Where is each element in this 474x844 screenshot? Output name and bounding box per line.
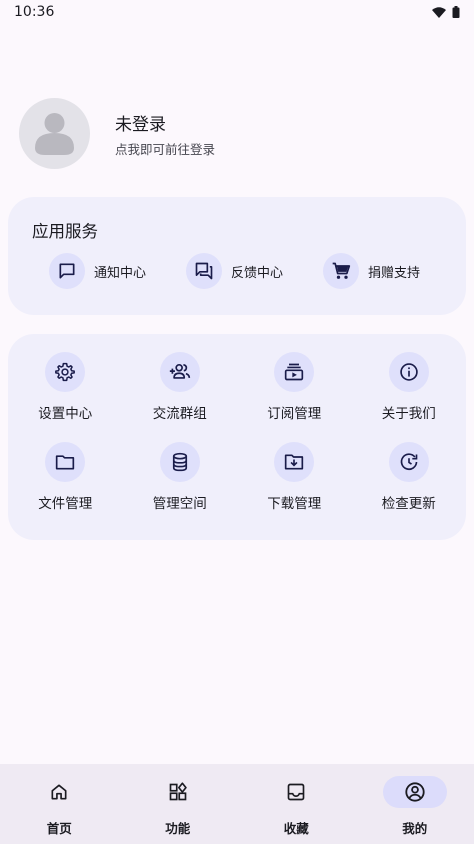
grid-label: 设置中心 (38, 406, 93, 422)
feedback-center-button[interactable]: 反馈中心 (186, 253, 323, 289)
nav-item-functions[interactable]: 功能 (119, 764, 238, 844)
grid-label: 检查更新 (381, 496, 436, 512)
nav-label: 我的 (402, 821, 428, 836)
service-label: 通知中心 (94, 265, 147, 281)
storage-manage-button[interactable]: 管理空间 (123, 442, 238, 512)
check-update-button[interactable]: 检查更新 (352, 442, 467, 512)
grid-label: 下载管理 (267, 496, 322, 512)
update-icon (388, 442, 429, 482)
nav-item-favorites[interactable]: 收藏 (237, 764, 356, 844)
status-time: 10:36 (14, 4, 55, 20)
widgets-icon (146, 776, 210, 808)
grid-label: 订阅管理 (267, 406, 322, 422)
grid-label: 交流群组 (152, 406, 207, 422)
info-icon (388, 352, 429, 392)
avatar[interactable] (19, 98, 90, 169)
nav-label: 首页 (46, 821, 72, 836)
subscription-manage-button[interactable]: 订阅管理 (237, 352, 352, 422)
wifi-icon (432, 6, 446, 18)
about-us-button[interactable]: 关于我们 (352, 352, 467, 422)
account-circle-icon (382, 776, 447, 808)
group-add-icon (159, 352, 200, 392)
services-row: 通知中心 反馈中心 捐赠支持 (49, 253, 460, 289)
battery-icon (452, 6, 460, 18)
grid-label: 管理空间 (152, 496, 207, 512)
profile-name: 未登录 (115, 114, 166, 135)
nav-item-mine[interactable]: 我的 (356, 764, 474, 844)
subscriptions-icon (274, 352, 315, 392)
nav-item-home[interactable]: 首页 (0, 764, 119, 844)
status-bar: 10:36 (0, 0, 474, 24)
file-manage-button[interactable]: 文件管理 (8, 442, 123, 512)
folder-download-icon (274, 442, 315, 482)
services-title: 应用服务 (32, 222, 98, 241)
tools-card: 设置中心 交流群组 订阅管理 关于我们 文件管理 管理空间 下载管理 检查更新 (8, 334, 466, 540)
bottom-nav: 首页 功能 收藏 我的 (0, 764, 474, 844)
inbox-icon (264, 776, 328, 808)
settings-center-button[interactable]: 设置中心 (8, 352, 123, 422)
forum-icon (186, 253, 222, 289)
services-card: 应用服务 通知中心 反馈中心 捐赠支持 (8, 197, 466, 315)
message-icon (49, 253, 85, 289)
nav-label: 功能 (165, 821, 191, 836)
gear-icon (45, 352, 86, 392)
service-label: 反馈中心 (231, 265, 284, 281)
service-label: 捐赠支持 (368, 265, 421, 281)
profile-hint: 点我即可前往登录 (115, 141, 216, 157)
status-icons (432, 6, 460, 18)
group-chat-button[interactable]: 交流群组 (123, 352, 238, 422)
tools-grid: 设置中心 交流群组 订阅管理 关于我们 文件管理 管理空间 下载管理 检查更新 (8, 352, 466, 512)
profile-text: 未登录 点我即可前往登录 (115, 110, 215, 158)
profile-header[interactable]: 未登录 点我即可前往登录 (19, 98, 215, 169)
grid-label: 关于我们 (381, 406, 436, 422)
folder-icon (45, 442, 86, 482)
home-icon (27, 776, 91, 808)
nav-label: 收藏 (283, 821, 309, 836)
download-manage-button[interactable]: 下载管理 (237, 442, 352, 512)
grid-label: 文件管理 (38, 496, 93, 512)
cart-icon (323, 253, 359, 289)
person-icon (19, 98, 90, 169)
donate-support-button[interactable]: 捐赠支持 (323, 253, 460, 289)
notification-center-button[interactable]: 通知中心 (49, 253, 186, 289)
database-icon (159, 442, 200, 482)
